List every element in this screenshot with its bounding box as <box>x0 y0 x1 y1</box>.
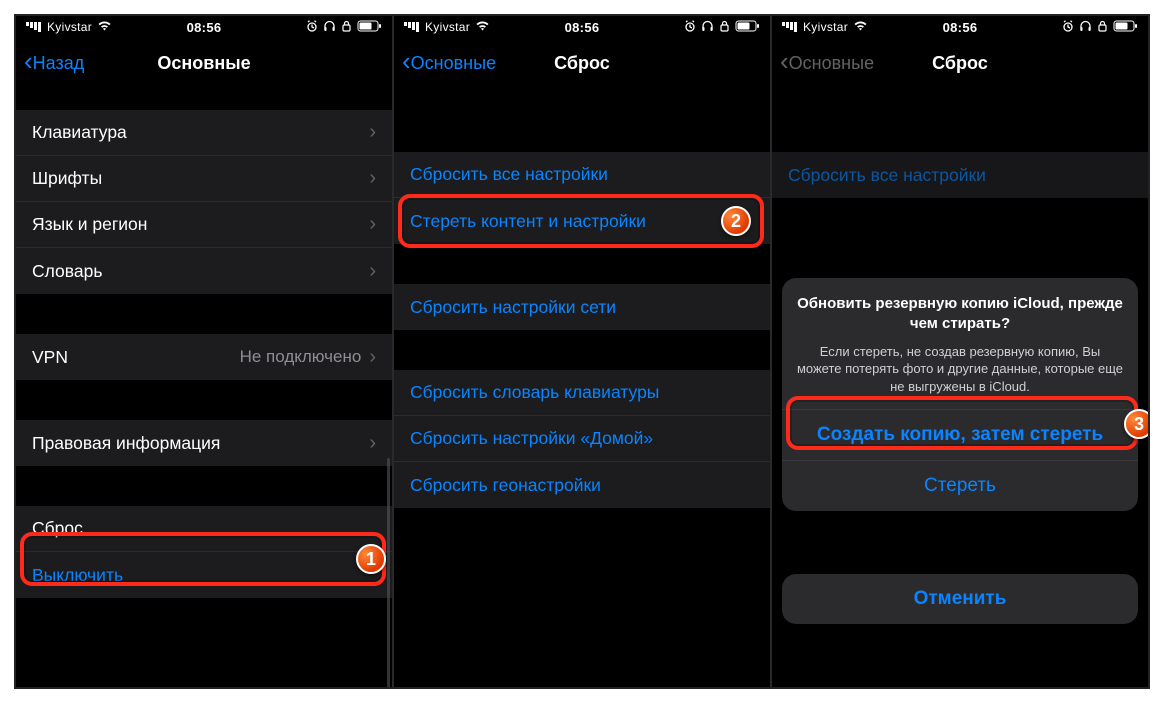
row-fonts[interactable]: Шрифты› <box>16 156 392 202</box>
alarm-icon <box>684 20 696 35</box>
lock-icon <box>719 20 730 35</box>
carrier-label: Kyivstar <box>425 20 470 34</box>
row-keyboard[interactable]: Клавиатура› <box>16 110 392 156</box>
nav-title: Основные <box>157 53 250 74</box>
row-language-region[interactable]: Язык и регион› <box>16 202 392 248</box>
nav-bar: ‹ Основные Сброс <box>772 38 1148 88</box>
row-reset-network[interactable]: Сбросить настройки сети <box>394 284 770 330</box>
carrier-label: Kyivstar <box>47 20 92 34</box>
status-time: 08:56 <box>565 20 600 35</box>
button-backup-then-erase[interactable]: Создать копию, затем стереть <box>782 409 1138 460</box>
back-button[interactable]: ‹ Основные <box>402 50 496 76</box>
back-label: Назад <box>33 53 85 74</box>
lock-icon <box>1097 20 1108 35</box>
row-legal[interactable]: Правовая информация› <box>16 420 392 466</box>
row-dictionary[interactable]: Словарь› <box>16 248 392 294</box>
chevron-left-icon: ‹ <box>402 48 411 74</box>
content-scroll[interactable]: Клавиатура› Шрифты› Язык и регион› Слова… <box>16 88 392 687</box>
button-erase[interactable]: Стереть <box>782 460 1138 511</box>
status-bar: Kyivstar 08:56 <box>394 16 770 38</box>
status-bar: Kyivstar 08:56 <box>16 16 392 38</box>
battery-icon <box>1113 20 1138 35</box>
status-time: 08:56 <box>943 20 978 35</box>
chevron-left-icon: ‹ <box>780 48 789 74</box>
nav-title: Сброс <box>932 53 988 74</box>
nav-bar: ‹ Основные Сброс <box>394 38 770 88</box>
row-reset-location[interactable]: Сбросить геонастройки <box>394 462 770 508</box>
action-sheet-header: Обновить резервную копию iCloud, прежде … <box>782 278 1138 409</box>
action-sheet-title: Обновить резервную копию iCloud, прежде … <box>796 294 1124 335</box>
chevron-right-icon: › <box>369 260 376 283</box>
carrier-label: Kyivstar <box>803 20 848 34</box>
row-shutdown[interactable]: Выключить <box>16 552 392 598</box>
chevron-right-icon: › <box>369 346 376 369</box>
scrollbar-indicator <box>387 458 390 687</box>
wifi-icon <box>853 20 868 34</box>
screenshot-container: Kyivstar 08:56 ‹ Назад Основные Клави <box>14 14 1150 689</box>
wifi-icon <box>97 20 112 34</box>
status-bar: Kyivstar 08:56 <box>772 16 1148 38</box>
chevron-right-icon: › <box>369 213 376 236</box>
back-label: Основные <box>789 53 874 74</box>
alarm-icon <box>1062 20 1074 35</box>
signal-icon <box>26 22 42 32</box>
status-time: 08:56 <box>187 20 222 35</box>
row-vpn[interactable]: VPNНе подключено› <box>16 334 392 380</box>
battery-icon <box>357 20 382 35</box>
battery-icon <box>735 20 760 35</box>
nav-title: Сброс <box>554 53 610 74</box>
lock-icon <box>341 20 352 35</box>
button-cancel[interactable]: Отменить <box>782 574 1138 624</box>
back-button[interactable]: ‹ Назад <box>24 50 84 76</box>
headphones-icon <box>323 20 336 35</box>
phone-panel-2: Kyivstar 08:56 ‹ Основные Сброс Сбросить… <box>394 16 772 687</box>
chevron-left-icon: ‹ <box>24 48 33 74</box>
headphones-icon <box>1079 20 1092 35</box>
alarm-icon <box>306 20 318 35</box>
nav-bar: ‹ Назад Основные <box>16 38 392 88</box>
signal-icon <box>404 22 420 32</box>
headphones-icon <box>701 20 714 35</box>
chevron-right-icon: › <box>369 121 376 144</box>
row-reset-keyboard-dict[interactable]: Сбросить словарь клавиатуры <box>394 370 770 416</box>
phone-panel-1: Kyivstar 08:56 ‹ Назад Основные Клави <box>16 16 394 687</box>
signal-icon <box>782 22 798 32</box>
vpn-status: Не подключено <box>240 347 362 367</box>
action-sheet: Обновить резервную копию iCloud, прежде … <box>782 278 1138 511</box>
row-erase-content[interactable]: Стереть контент и настройки <box>394 198 770 244</box>
content-scroll[interactable]: Сбросить все настройки Стереть контент и… <box>394 88 770 687</box>
content-scroll: Сбросить все настройки Обновить резервну… <box>772 88 1148 687</box>
back-button[interactable]: ‹ Основные <box>780 50 874 76</box>
row-reset[interactable]: Сброс <box>16 506 392 552</box>
back-label: Основные <box>411 53 496 74</box>
chevron-right-icon: › <box>369 167 376 190</box>
phone-panel-3: Kyivstar 08:56 ‹ Основные Сброс Сбросить… <box>772 16 1148 687</box>
row-reset-all-settings: Сбросить все настройки <box>772 152 1148 198</box>
row-reset-all-settings[interactable]: Сбросить все настройки <box>394 152 770 198</box>
action-sheet-desc: Если стереть, не создав резервную копию,… <box>796 343 1124 396</box>
row-reset-home[interactable]: Сбросить настройки «Домой» <box>394 416 770 462</box>
wifi-icon <box>475 20 490 34</box>
chevron-right-icon: › <box>369 432 376 455</box>
